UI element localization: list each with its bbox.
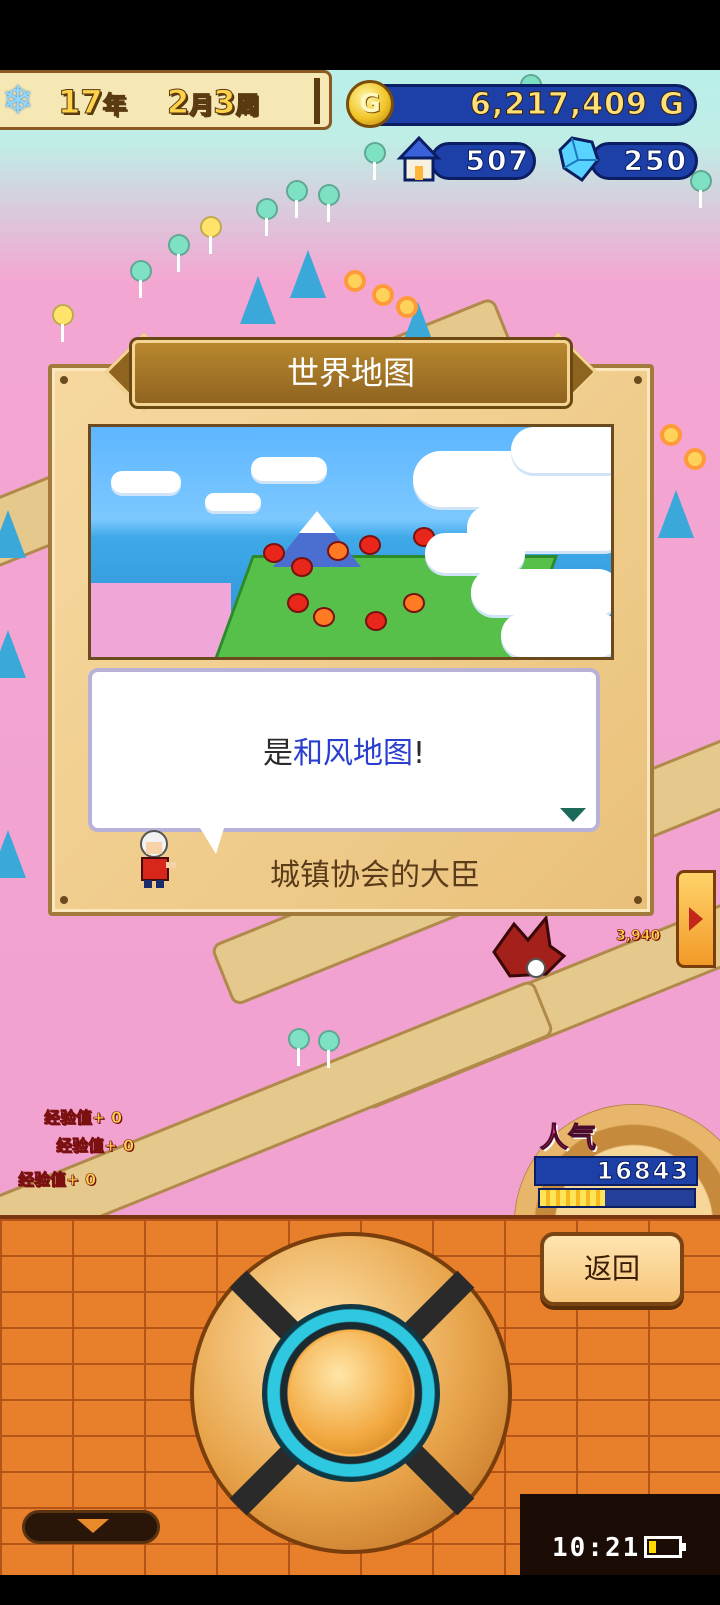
menu-expand-button[interactable] [22, 1510, 160, 1544]
maple-tree [291, 557, 313, 577]
side-panel-toggle[interactable] [676, 870, 716, 968]
lollipop-tree [318, 1030, 340, 1068]
candy-tower [0, 510, 26, 558]
maple-tree [365, 611, 387, 631]
donut-flower [660, 424, 682, 446]
candy-tower [290, 250, 326, 298]
date-divider [314, 78, 320, 124]
gold-coin-icon: G [346, 80, 394, 128]
message-highlight: 和风地图 [292, 736, 413, 771]
popularity-meter [538, 1188, 696, 1208]
donut-flower [344, 270, 366, 292]
fog-cloud [511, 427, 611, 473]
maple-tree [313, 607, 335, 627]
battery-icon [644, 1536, 686, 1558]
lollipop-tree [364, 142, 386, 180]
rivet [60, 896, 68, 904]
gold-amount: 6,217,409 G [470, 87, 685, 123]
minister-avatar [140, 830, 176, 888]
popularity-meter-fill [540, 1190, 605, 1206]
sky-cloud [205, 493, 261, 511]
donut-flower [372, 284, 394, 306]
message-prefix: 是 [262, 736, 293, 771]
lollipop-tree [200, 216, 222, 254]
candy-tower [240, 276, 276, 324]
exp-gain-label: 经验值+ 0 [56, 1136, 135, 1156]
world-map-preview [88, 424, 614, 660]
mountain-snowcap [299, 511, 335, 533]
week-unit: 周 [235, 91, 260, 120]
bottom-strip [0, 1575, 720, 1605]
month-unit: 月 [189, 91, 214, 120]
candy-tower [658, 490, 694, 538]
exp-gain-label: 经验值+ 0 [18, 1170, 97, 1190]
message-suffix: ! [412, 736, 426, 771]
year-number: 17 [58, 83, 104, 122]
lollipop-tree [52, 304, 74, 342]
snowflake-icon: ❄ [2, 78, 34, 122]
week-number: 3 [213, 83, 236, 122]
maple-tree [287, 593, 309, 613]
rivet [60, 376, 68, 384]
cash-popup: 3,940 [616, 928, 661, 945]
speaker-name: 城镇协会的大臣 [270, 858, 480, 893]
continue-arrow-icon [560, 808, 586, 822]
maple-tree [403, 593, 425, 613]
lollipop-tree [318, 184, 340, 222]
lollipop-tree [288, 1028, 310, 1066]
year-unit: 年 [102, 91, 127, 120]
candy-tower [0, 830, 26, 878]
lollipop-tree [130, 260, 152, 298]
rivet [634, 896, 642, 904]
back-button[interactable]: 返回 [540, 1232, 684, 1306]
exp-gain-label: 经验值+ 0 [44, 1108, 123, 1128]
game-screen: 经验值+ 0 经验值+ 0 经验值+ 0 3,940 ❄ 17年 2月3周 G … [0, 0, 720, 1605]
popularity-score: 16843 [596, 1157, 690, 1186]
dialog-title: 世界地图 [286, 354, 415, 392]
battery-level [649, 1541, 656, 1553]
fog-cloud [501, 613, 611, 657]
lollipop-tree [286, 180, 308, 218]
sky-cloud [111, 471, 181, 493]
population-count: 507 [465, 144, 530, 178]
sky-cloud [251, 457, 327, 481]
candy-land-region [91, 583, 231, 657]
date-display: 17年 2月3周 [58, 80, 260, 124]
month-number: 2 [166, 83, 190, 122]
lollipop-tree [168, 234, 190, 272]
dialog-message: 是和风地图! [92, 724, 596, 784]
rivet [634, 376, 642, 384]
maple-tree [263, 543, 285, 563]
candy-tower [0, 630, 26, 678]
clock-time: 10:21 [552, 1533, 641, 1563]
action-button[interactable] [290, 1332, 412, 1454]
popularity-label: 人气 [540, 1121, 597, 1155]
lollipop-tree [256, 198, 278, 236]
gem-count: 250 [623, 144, 688, 178]
donut-flower [396, 296, 418, 318]
maple-tree [327, 541, 349, 561]
speech-bubble-tail [200, 828, 224, 854]
maple-tree [359, 535, 381, 555]
status-bar-top [0, 0, 720, 70]
fog-cloud [471, 569, 611, 615]
crystal-icon [558, 136, 600, 183]
red-dragon-sprite[interactable] [488, 912, 568, 984]
dialog-title-banner: 世界地图 [104, 332, 598, 412]
fog-cloud [425, 533, 525, 573]
house-icon [396, 135, 442, 182]
donut-flower [684, 448, 706, 470]
